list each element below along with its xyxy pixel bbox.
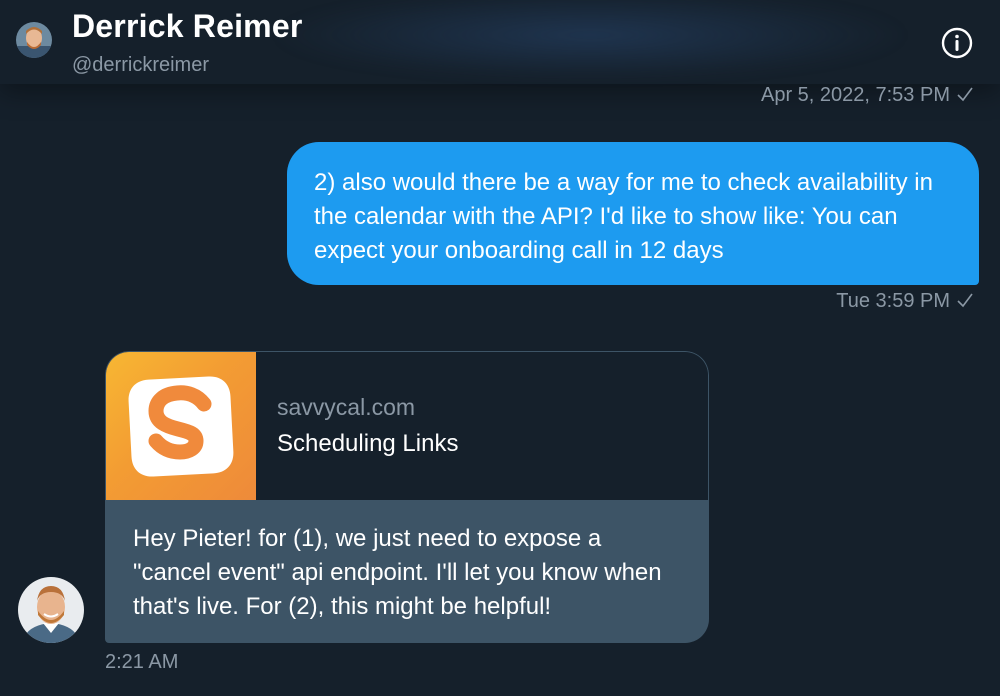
- savvycal-logo-icon: [106, 352, 256, 500]
- received-message-text: Hey Pieter! for (1), we just need to exp…: [133, 525, 662, 620]
- checkmark-icon: [956, 291, 974, 315]
- received-message-bubble[interactable]: Hey Pieter! for (1), we just need to exp…: [105, 500, 709, 643]
- contact-handle: @derrickreimer: [72, 54, 209, 76]
- message-timestamp: Tue 3:59 PM: [836, 290, 974, 315]
- link-preview-card[interactable]: savvycal.com Scheduling Links: [105, 351, 709, 500]
- contact-name[interactable]: Derrick Reimer: [72, 8, 303, 45]
- info-icon[interactable]: [940, 26, 974, 60]
- received-message-card: savvycal.com Scheduling Links Hey Pieter…: [105, 351, 709, 643]
- sender-avatar[interactable]: [18, 577, 84, 643]
- avatar[interactable]: [16, 22, 52, 58]
- message-timestamp: 2:21 AM: [105, 651, 179, 673]
- header-glow: [270, 0, 910, 80]
- sent-message-text: 2) also would there be a way for me to c…: [314, 169, 933, 264]
- checkmark-icon: [956, 85, 974, 109]
- dm-conversation: Derrick Reimer @derrickreimer Apr 5, 202…: [0, 0, 1000, 696]
- link-domain: savvycal.com: [277, 394, 416, 420]
- conversation-header: Derrick Reimer @derrickreimer: [0, 0, 1000, 84]
- link-title: Scheduling Links: [277, 430, 459, 457]
- sent-message-bubble[interactable]: 2) also would there be a way for me to c…: [287, 142, 979, 285]
- message-timestamp: Apr 5, 2022, 7:53 PM: [761, 84, 974, 109]
